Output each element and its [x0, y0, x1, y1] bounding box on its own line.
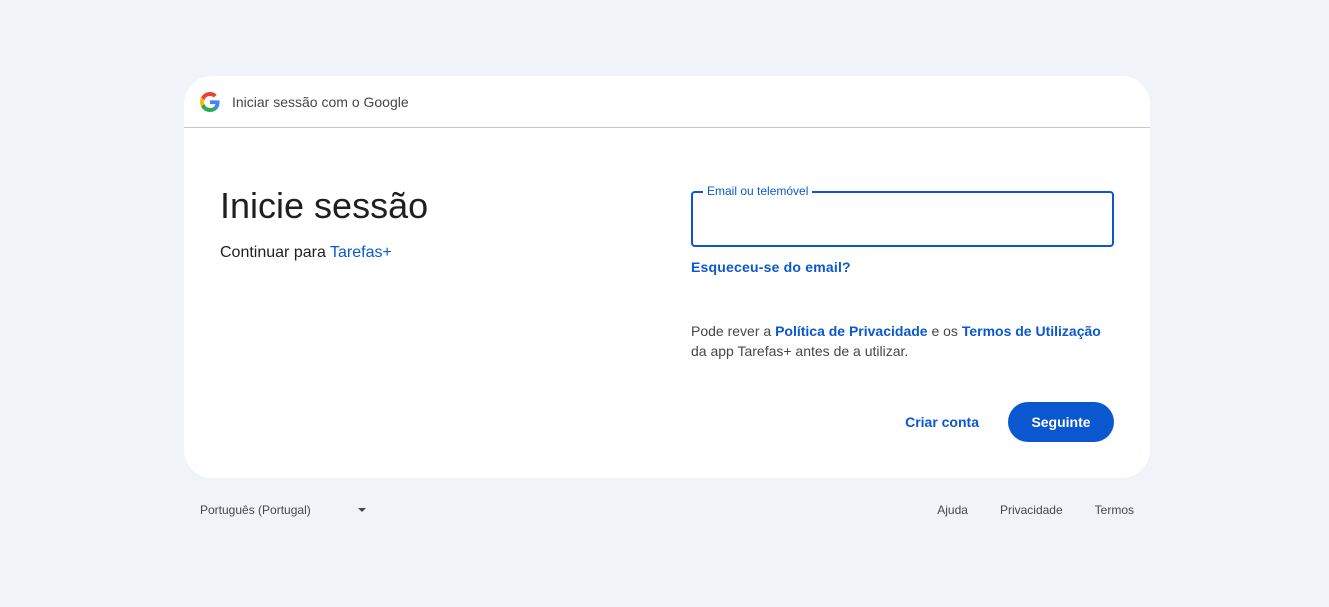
language-label: Português (Portugal)	[200, 503, 311, 517]
forgot-email-link[interactable]: Esqueceu-se do email?	[691, 259, 851, 275]
left-column: Inicie sessão Continuar para Tarefas+	[220, 184, 428, 262]
card-header: Iniciar sessão com o Google	[184, 76, 1150, 128]
caret-down-icon	[358, 508, 366, 512]
app-name-link[interactable]: Tarefas+	[330, 244, 392, 261]
privacy-notice: Pode rever a Política de Privacidade e o…	[691, 321, 1114, 361]
footer-links: Ajuda Privacidade Termos	[905, 492, 1134, 528]
page-title: Inicie sessão	[220, 185, 429, 226]
email-field[interactable]: Email ou telemóvel	[691, 184, 1114, 247]
footer-link-privacy[interactable]: Privacidade	[1000, 503, 1063, 517]
terms-of-use-link[interactable]: Termos de Utilização	[962, 323, 1101, 339]
continue-to-line: Continuar para Tarefas+	[220, 244, 428, 262]
footer-link-help[interactable]: Ajuda	[937, 503, 968, 517]
language-select[interactable]: Português (Portugal)	[200, 492, 370, 528]
continue-prefix: Continuar para	[220, 244, 326, 261]
email-input[interactable]	[693, 193, 1112, 245]
right-column: Email ou telemóvel Esqueceu-se do email?…	[691, 184, 1114, 361]
privacy-suffix: da app Tarefas+ antes de a utilizar.	[691, 343, 909, 359]
header-title: Iniciar sessão com o Google	[232, 93, 409, 110]
create-account-button[interactable]: Criar conta	[893, 402, 991, 442]
privacy-middle: e os	[931, 323, 958, 339]
next-button[interactable]: Seguinte	[1008, 402, 1114, 442]
email-field-label: Email ou telemóvel	[703, 184, 813, 198]
sign-in-card: Iniciar sessão com o Google Inicie sessã…	[184, 76, 1150, 478]
footer-link-terms[interactable]: Termos	[1095, 503, 1134, 517]
footer: Português (Portugal) Ajuda Privacidade T…	[184, 492, 1150, 528]
privacy-prefix: Pode rever a	[691, 323, 772, 339]
google-g-icon	[200, 91, 220, 112]
action-buttons: Criar conta Seguinte	[893, 402, 1114, 442]
privacy-policy-link[interactable]: Política de Privacidade	[775, 323, 928, 339]
